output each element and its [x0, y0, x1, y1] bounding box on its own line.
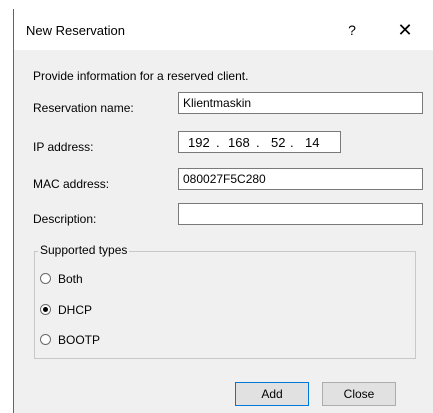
description-field[interactable] — [178, 203, 423, 225]
radio-circle-icon[interactable] — [40, 334, 51, 345]
add-button[interactable]: Add — [235, 382, 309, 406]
ip-address-field[interactable]: 192 . 168 . 52 . 14 — [178, 131, 341, 153]
radio-circle-icon[interactable] — [40, 304, 51, 315]
help-button[interactable]: ? — [337, 18, 367, 42]
close-icon[interactable]: ✕ — [390, 18, 420, 42]
mac-address-label: MAC address: — [33, 177, 110, 191]
radio-dhcp-label: DHCP — [58, 303, 93, 317]
ip-dot: . — [216, 135, 220, 150]
radio-bootp-label: BOOTP — [58, 333, 101, 347]
ip-octet-3[interactable]: 52 — [271, 135, 285, 150]
ip-dot: . — [290, 135, 294, 150]
ip-octet-2[interactable]: 168 — [228, 135, 250, 150]
description-label: Description: — [33, 212, 97, 226]
mac-address-field[interactable]: 080027F5C280 — [178, 168, 423, 190]
supported-types-legend: Supported types — [38, 243, 130, 257]
ip-dot: . — [256, 135, 260, 150]
radio-circle-icon[interactable] — [40, 273, 51, 284]
title-bar: New Reservation ? ✕ — [14, 9, 433, 50]
radio-selected-dot-icon — [43, 307, 48, 312]
ip-octet-4[interactable]: 14 — [305, 135, 319, 150]
reservation-name-field[interactable]: Klientmaskin — [178, 92, 423, 114]
dialog-title: New Reservation — [26, 23, 125, 38]
close-button[interactable]: Close — [322, 382, 396, 406]
ip-address-label: IP address: — [33, 140, 94, 154]
reservation-name-label: Reservation name: — [33, 101, 134, 115]
intro-text: Provide information for a reserved clien… — [33, 69, 249, 83]
ip-octet-1[interactable]: 192 — [188, 135, 210, 150]
radio-both-label: Both — [58, 272, 83, 286]
